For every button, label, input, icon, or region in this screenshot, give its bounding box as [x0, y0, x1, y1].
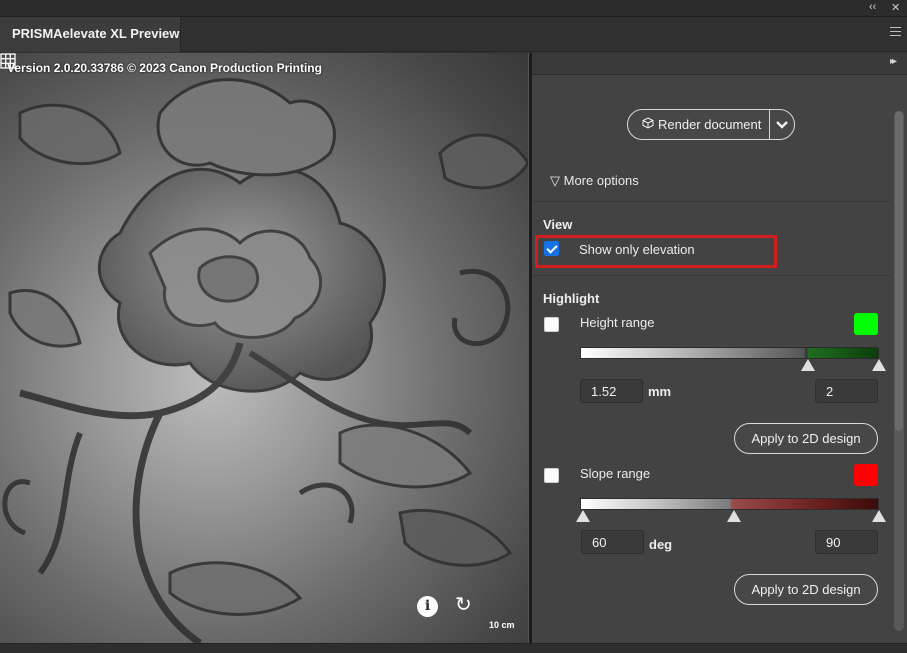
render-document-label: Render document	[658, 117, 762, 132]
scale-label: 10 cm	[489, 620, 515, 630]
slope-range-low-handle[interactable]	[576, 510, 590, 522]
slope-range-gradient	[580, 498, 879, 510]
height-range-high-handle[interactable]	[872, 359, 886, 371]
slope-range-label: Slope range	[580, 466, 651, 481]
height-apply-to-2d-button[interactable]: Apply to 2D design	[734, 423, 878, 454]
reset-view-icon[interactable]: ↻	[455, 595, 472, 615]
grid-icon[interactable]	[0, 53, 16, 69]
info-icon[interactable]: i	[417, 596, 438, 617]
render-document-button[interactable]: Render document	[628, 110, 769, 139]
elevation-preview-viewport[interactable]: Version 2.0.20.33786 © 2023 Canon Produc…	[0, 53, 528, 643]
slope-range-color-swatch[interactable]	[854, 464, 878, 486]
triangle-down-icon: ▽	[550, 173, 560, 188]
height-range-checkbox[interactable]	[544, 317, 559, 332]
more-options-label: More options	[563, 173, 639, 188]
height-range-color-swatch[interactable]	[854, 313, 878, 335]
slope-range-checkbox[interactable]	[544, 468, 559, 483]
cube-icon	[642, 117, 654, 129]
slope-min-input[interactable]: 60	[581, 530, 644, 554]
expand-panel-icon[interactable]: ▸▸	[890, 56, 897, 67]
panel-menu-icon[interactable]	[890, 27, 901, 39]
slope-unit-label: deg	[649, 537, 673, 552]
close-icon[interactable]: ✕	[891, 1, 900, 14]
panel-header: ▸▸	[532, 53, 907, 75]
scrollbar-thumb[interactable]	[895, 111, 903, 431]
tab-prismaelevate-preview[interactable]: PRISMAelevate XL Preview	[0, 17, 181, 52]
show-only-elevation-label: Show only elevation	[579, 242, 695, 257]
height-range-low-handle[interactable]	[801, 359, 815, 371]
slope-apply-to-2d-button[interactable]: Apply to 2D design	[734, 574, 878, 605]
height-unit-label: mm	[648, 384, 672, 399]
show-only-elevation-checkbox[interactable]	[544, 241, 559, 256]
window-top-strip: ‹‹ ✕	[0, 0, 907, 17]
view-section-title: View	[543, 217, 573, 232]
height-min-input[interactable]: 1.52	[580, 379, 643, 403]
embossed-floral-render	[2, 78, 528, 643]
section-divider	[532, 201, 890, 202]
height-range-gradient	[580, 347, 879, 359]
highlight-section-title: Highlight	[543, 291, 600, 306]
panel-scrollbar[interactable]	[894, 111, 904, 631]
collapse-panel-icon[interactable]: ‹‹	[869, 1, 876, 13]
version-text: Version 2.0.20.33786 © 2023 Canon Produc…	[7, 61, 322, 75]
section-divider	[532, 275, 890, 276]
slope-max-input[interactable]: 90	[815, 530, 878, 554]
slope-range-mid-handle[interactable]	[727, 510, 741, 522]
slope-range-high-handle[interactable]	[872, 510, 886, 522]
options-panel: ▸▸ Render document ▽ More options View S…	[532, 53, 907, 643]
bottom-status-bar	[0, 643, 907, 653]
height-max-input[interactable]: 2	[815, 379, 878, 403]
render-document-split-button: Render document	[627, 109, 795, 140]
more-options-toggle[interactable]: ▽ More options	[550, 173, 639, 189]
tab-bar: PRISMAelevate XL Preview	[0, 17, 907, 52]
chevron-down-icon[interactable]	[770, 110, 794, 139]
height-range-label: Height range	[580, 315, 655, 330]
